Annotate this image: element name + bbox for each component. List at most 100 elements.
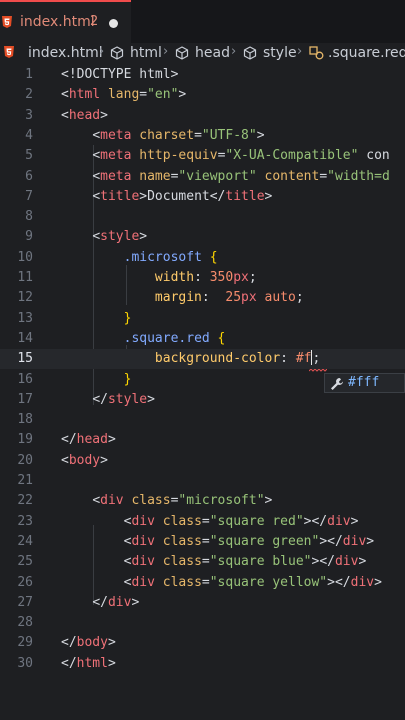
line-number: 10 [17, 249, 33, 265]
code-text: <style> [92, 229, 148, 245]
code-line[interactable]: 6 <meta name="viewport" content="width=d [0, 167, 405, 187]
tab-bar: index.html 2 [0, 0, 405, 43]
line-number: 4 [25, 127, 33, 143]
line-number: 18 [17, 412, 33, 428]
error-squiggle [309, 369, 327, 372]
code-text: <title>Document</title> [92, 188, 273, 204]
code-line[interactable]: 8 [0, 207, 405, 227]
code-text: <meta http-equiv="X-UA-Compatible" con [92, 148, 390, 164]
breadcrumb-head[interactable]: head [195, 45, 230, 61]
tab-index-html[interactable]: index.html 2 [0, 0, 131, 43]
line-number: 21 [17, 473, 33, 488]
breadcrumb-style[interactable]: style [263, 45, 297, 61]
chevron-right-icon: › [231, 44, 237, 59]
code-line[interactable]: 11 width: 350px; [0, 268, 405, 288]
html5-icon [4, 46, 14, 58]
code-line[interactable]: 1 <!DOCTYPE html> [0, 65, 405, 85]
code-text: <div class="microsoft"> [92, 493, 273, 509]
line-number: 17 [17, 391, 33, 407]
line-number: 9 [25, 229, 33, 245]
line-number: 12 [17, 290, 33, 306]
line-number: 1 [25, 67, 33, 82]
line-number: 14 [17, 330, 33, 346]
code-text: <meta name="viewport" content="width=d [92, 168, 390, 184]
code-text: margin: 25px auto; [154, 290, 304, 306]
autocomplete-suggestion[interactable]: #fff [324, 373, 405, 393]
code-text: <meta charset="UTF-8"> [92, 127, 265, 143]
code-line[interactable]: 3 <head> [0, 106, 405, 126]
code-line[interactable]: 14 .square.red { [0, 329, 405, 349]
css-rule-icon [309, 46, 324, 60]
line-number: 24 [17, 533, 33, 549]
code-text: width: 350px; [154, 270, 257, 285]
code-text: background-color: #f; [154, 350, 321, 367]
tab-label: index.html [20, 14, 95, 30]
html5-icon [2, 16, 12, 28]
code-text: } [123, 310, 132, 326]
code-text: } [123, 371, 132, 387]
line-number: 28 [17, 615, 33, 631]
breadcrumb-selector[interactable]: .square.red [328, 45, 405, 61]
line-number: 15 [17, 351, 33, 367]
code-line[interactable]: 26 <div class="square yellow"></div> [0, 573, 405, 593]
chevron-right-icon: › [163, 44, 169, 59]
code-text: <div class="square yellow"></div> [123, 574, 382, 590]
line-number: 7 [25, 188, 33, 204]
code-text: <div class="square green"></div> [123, 533, 375, 549]
line-number: 22 [17, 493, 33, 509]
code-line[interactable]: 28 [0, 613, 405, 633]
element-icon [110, 46, 124, 60]
code-line[interactable]: 29 </body> [0, 633, 405, 653]
line-number: 2 [25, 87, 33, 103]
code-line[interactable]: 9 <style> [0, 227, 405, 247]
breadcrumb-html[interactable]: html [130, 45, 162, 61]
line-number: 27 [17, 594, 33, 610]
code-line[interactable]: 7 <title>Document</title> [0, 187, 405, 207]
line-number: 3 [25, 107, 33, 123]
line-number: 30 [17, 655, 33, 671]
breadcrumb-file[interactable]: index.html [28, 45, 103, 61]
code-line[interactable]: 22 <div class="microsoft"> [0, 491, 405, 511]
code-text: <html lang="en"> [61, 87, 187, 103]
code-text: <div class="square red"></div> [123, 513, 359, 529]
unsaved-dot-icon[interactable] [109, 19, 118, 28]
code-line[interactable]: 15 background-color: #f; [0, 349, 405, 370]
code-text: <head> [61, 107, 108, 123]
line-number: 29 [17, 635, 33, 651]
code-line[interactable]: 25 <div class="square blue"></div> [0, 552, 405, 572]
code-text: </style> [92, 391, 155, 407]
code-line[interactable]: 30 </html> [0, 654, 405, 674]
code-line[interactable]: 5 <meta http-equiv="X-UA-Compatible" con [0, 146, 405, 166]
code-text: <div class="square blue"></div> [123, 554, 367, 570]
line-number: 19 [17, 432, 33, 448]
code-text: </head> [61, 432, 116, 448]
code-line[interactable]: 20 <body> [0, 451, 405, 471]
code-line[interactable]: 4 <meta charset="UTF-8"> [0, 126, 405, 146]
problems-count-badge: 2 [90, 14, 99, 29]
chevron-right-icon: › [99, 44, 105, 59]
code-line[interactable]: 19 </head> [0, 430, 405, 450]
line-number: 25 [17, 554, 33, 570]
code-line[interactable]: 10 .microsoft { [0, 248, 405, 268]
code-text: .square.red { [123, 330, 226, 346]
wrench-icon [331, 378, 343, 390]
code-line[interactable]: 21 [0, 471, 405, 491]
line-number: 16 [17, 371, 33, 387]
element-icon [175, 46, 189, 60]
breadcrumb: index.html › html › head › style › .squa… [0, 43, 405, 65]
line-number: 23 [17, 513, 33, 529]
code-text: </html> [61, 655, 116, 671]
code-line[interactable]: 27 </div> [0, 593, 405, 613]
code-line[interactable]: 13 } [0, 309, 405, 329]
code-line[interactable]: 12 margin: 25px auto; [0, 288, 405, 308]
suggestion-label: #fff [348, 375, 380, 390]
code-line[interactable]: 2 <html lang="en"> [0, 85, 405, 105]
element-icon [243, 46, 257, 60]
code-text: </body> [61, 635, 116, 651]
code-line[interactable]: 18 [0, 410, 405, 430]
line-number: 20 [17, 452, 33, 468]
code-line[interactable]: 24 <div class="square green"></div> [0, 532, 405, 552]
code-text: <!DOCTYPE html> [61, 67, 179, 82]
line-number: 26 [17, 574, 33, 590]
code-line[interactable]: 23 <div class="square red"></div> [0, 512, 405, 532]
